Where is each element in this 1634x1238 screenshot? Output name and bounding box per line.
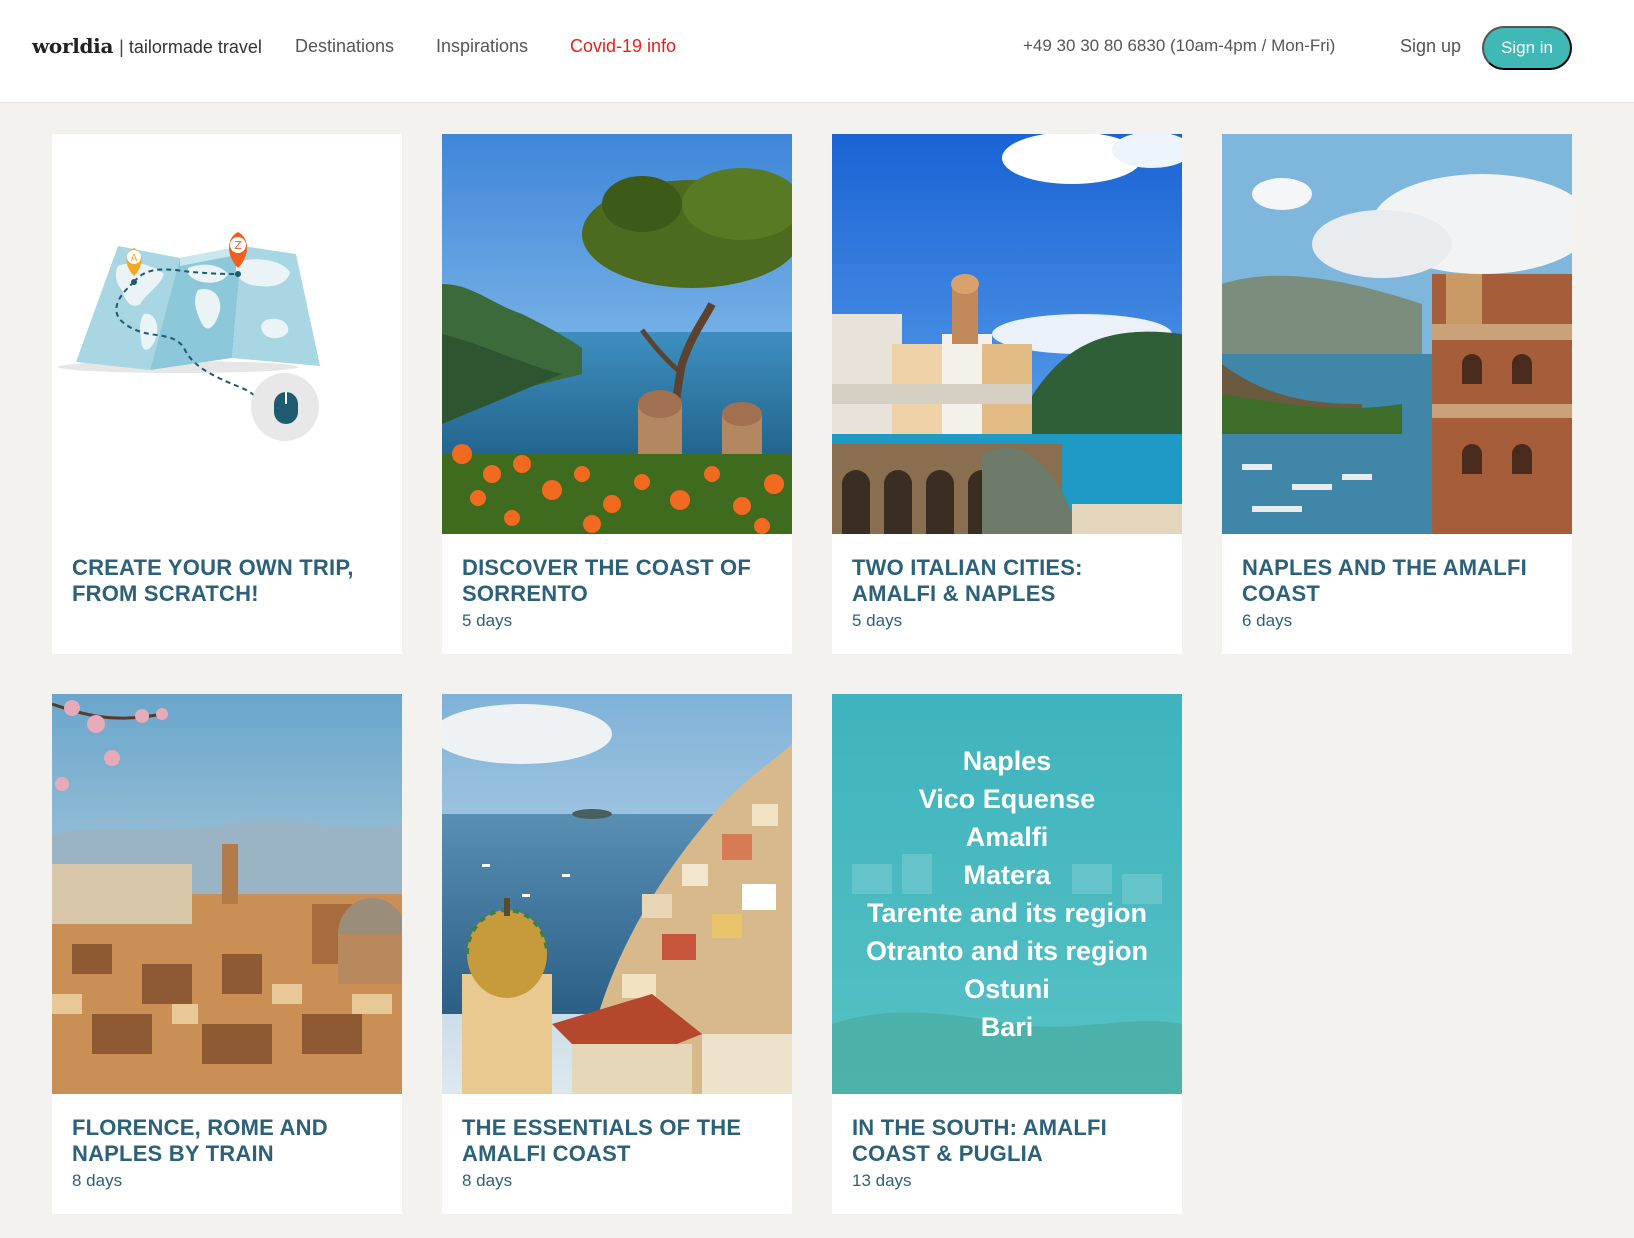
sign-up-link[interactable]: Sign up bbox=[1400, 36, 1461, 57]
card-title: Two Italian cities: Amalfi & Naples bbox=[852, 555, 1083, 606]
nav-inspirations[interactable]: Inspirations bbox=[436, 36, 528, 57]
itinerary-stop: Naples bbox=[962, 746, 1052, 776]
card-duration: 5 days bbox=[462, 611, 513, 630]
itinerary-stop: Amalfi bbox=[965, 822, 1049, 852]
card-title: Create your own trip, from scratch! bbox=[72, 555, 354, 606]
trip-card-south-amalfi-puglia[interactable]: Naples Vico Equense Amalfi Matera Tarent… bbox=[832, 694, 1182, 1214]
trip-card-amalfi-essentials[interactable]: The essentials of the Amalfi Coast 8 day… bbox=[442, 694, 792, 1214]
card-illustration: A Z bbox=[52, 134, 402, 534]
trip-card-naples-amalfi-coast[interactable]: Naples and the Amalfi Coast 6 days bbox=[1222, 134, 1572, 654]
amalfi-town-photo bbox=[832, 134, 1182, 534]
pin-a-label: A bbox=[131, 253, 138, 264]
logo-tagline: tailormade travel bbox=[128, 37, 262, 57]
card-duration: 13 days bbox=[852, 1171, 912, 1190]
card-duration: 5 days bbox=[852, 611, 903, 630]
site-header: worldia | tailormade travel Destinations… bbox=[0, 0, 1634, 103]
card-title: Naples and the Amalfi Coast bbox=[1242, 555, 1527, 606]
pin-z-label: Z bbox=[234, 239, 242, 252]
itinerary-stop: Tarente and its region bbox=[866, 898, 1148, 928]
card-body: Create your own trip, from scratch! bbox=[72, 555, 392, 607]
card-photo-rome bbox=[52, 694, 402, 1094]
itinerary-stops: Naples Vico Equense Amalfi Matera Tarent… bbox=[832, 742, 1182, 1046]
card-body: The essentials of the Amalfi Coast 8 day… bbox=[462, 1115, 782, 1191]
card-title: The essentials of the Amalfi Coast bbox=[462, 1115, 742, 1166]
sign-in-button[interactable]: Sign in bbox=[1482, 26, 1572, 70]
itinerary-stop: Vico Equense bbox=[918, 784, 1096, 814]
card-photo-positano bbox=[442, 694, 792, 1094]
sorrento-cliffs-photo bbox=[1222, 134, 1572, 534]
card-duration: 6 days bbox=[1242, 611, 1293, 630]
logo[interactable]: worldia | tailormade travel bbox=[32, 34, 262, 62]
logo-separator: | bbox=[119, 37, 124, 57]
card-body: Florence, Rome and Naples by train 8 day… bbox=[72, 1115, 392, 1191]
card-photo-amalfi-naples bbox=[832, 134, 1182, 534]
trip-card-amalfi-naples[interactable]: Two Italian cities: Amalfi & Naples 5 da… bbox=[832, 134, 1182, 654]
trip-card-sorrento[interactable]: Discover the coast of Sorrento 5 days bbox=[442, 134, 792, 654]
card-duration: 8 days bbox=[462, 1171, 513, 1190]
card-photo-sorrento bbox=[442, 134, 792, 534]
card-body: In the south: Amalfi Coast & Puglia 13 d… bbox=[852, 1115, 1172, 1191]
card-title: In the south: Amalfi Coast & Puglia bbox=[852, 1115, 1107, 1166]
card-photo-naples-amalfi bbox=[1222, 134, 1572, 534]
itinerary-stop: Otranto and its region bbox=[865, 936, 1148, 966]
trip-card-create-own[interactable]: A Z Create your own trip, from scratch! bbox=[52, 134, 402, 654]
rome-skyline-photo bbox=[52, 694, 402, 1094]
card-body: Naples and the Amalfi Coast 6 days bbox=[1242, 555, 1562, 631]
positano-photo bbox=[442, 694, 792, 1094]
card-title: Florence, Rome and Naples by train bbox=[72, 1115, 328, 1166]
card-body: Two Italian cities: Amalfi & Naples 5 da… bbox=[852, 555, 1172, 631]
card-photo-itinerary-overlay: Naples Vico Equense Amalfi Matera Tarent… bbox=[832, 694, 1182, 1094]
trip-card-florence-rome-naples[interactable]: Florence, Rome and Naples by train 8 day… bbox=[52, 694, 402, 1214]
sorrento-photo bbox=[442, 134, 792, 534]
phone-number[interactable]: +49 30 30 80 6830 (10am-4pm / Mon-Fri) bbox=[1023, 36, 1335, 56]
card-duration: 8 days bbox=[72, 1171, 123, 1190]
itinerary-stop: Ostuni bbox=[964, 974, 1050, 1004]
card-body: Discover the coast of Sorrento 5 days bbox=[462, 555, 782, 631]
itinerary-stop: Bari bbox=[980, 1012, 1034, 1042]
nav-destinations[interactable]: Destinations bbox=[295, 36, 394, 57]
world-map-illustration: A Z bbox=[52, 134, 402, 534]
itinerary-stop: Matera bbox=[963, 860, 1051, 890]
logo-wordmark: worldia bbox=[32, 34, 114, 58]
card-title: Discover the coast of Sorrento bbox=[462, 555, 751, 606]
nav-covid-info[interactable]: Covid-19 info bbox=[570, 36, 676, 57]
